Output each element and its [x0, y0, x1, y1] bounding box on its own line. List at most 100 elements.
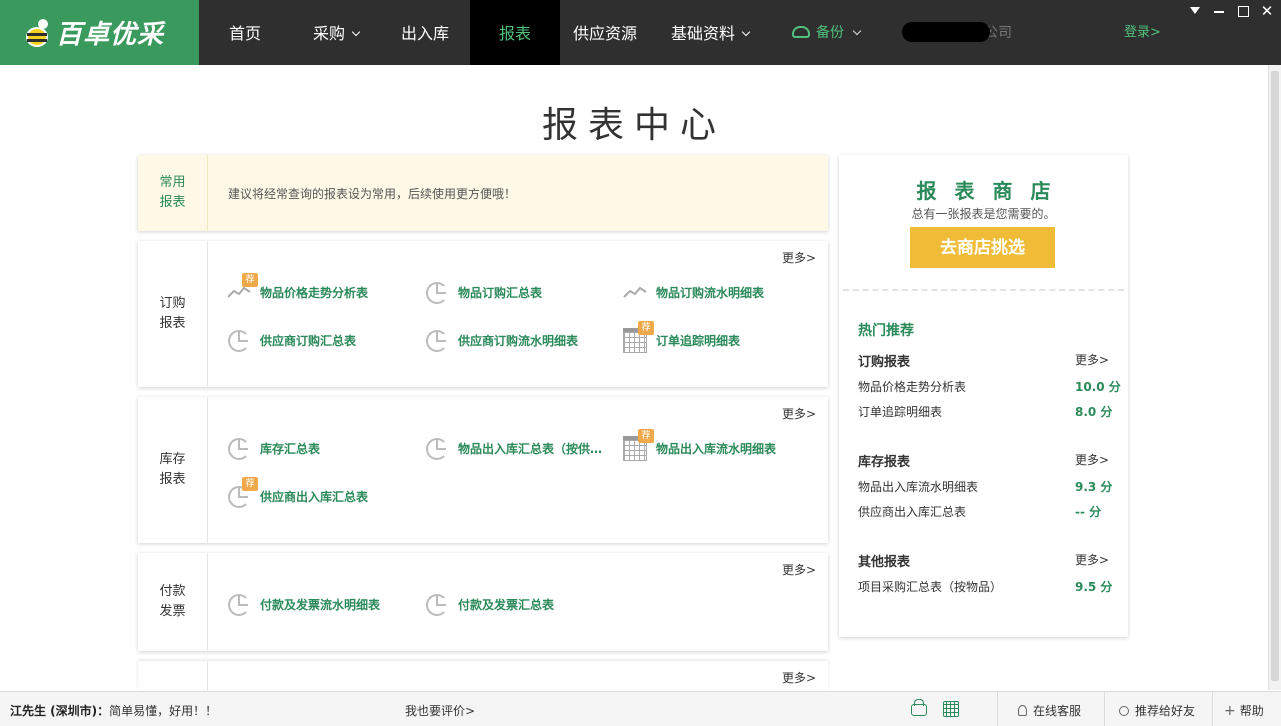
- more-link[interactable]: 更多>: [782, 249, 816, 266]
- category-label: 订购报表: [138, 241, 208, 387]
- pie-chart-icon: [424, 279, 450, 305]
- nav-supply-resources[interactable]: 供应资源: [566, 0, 644, 65]
- recommend-friend-link[interactable]: 推荐给好友: [1119, 702, 1195, 719]
- more-link[interactable]: 更多>: [1075, 351, 1109, 368]
- report-label: 物品价格走势分析表: [260, 285, 369, 300]
- share-icon: [1119, 706, 1129, 716]
- report-link[interactable]: 荐 订单追踪明细表: [622, 321, 740, 355]
- report-label: 供应商出入库汇总表: [260, 489, 369, 504]
- backup-label: 备份: [816, 25, 844, 41]
- report-label: 物品订购流水明细表: [656, 285, 765, 300]
- pie-chart-icon: [424, 435, 450, 461]
- nav-home[interactable]: 首页: [212, 0, 278, 65]
- pie-chart-icon: [226, 327, 252, 353]
- report-link[interactable]: 荐 供应商出入库汇总表: [226, 477, 369, 511]
- status-footer: 江先生 (深圳市)：简单易懂，好用！！ 我也要评价> 在线客服 推荐给好友 + 帮…: [0, 691, 1281, 726]
- nav-stock-io-label: 出入库: [400, 24, 449, 43]
- report-link[interactable]: 供应商订购汇总表: [226, 325, 356, 355]
- report-score: 9.5 分: [1075, 580, 1113, 594]
- category-text: 库存报表: [159, 452, 186, 487]
- comment-user: 江先生 (深圳市)：: [10, 704, 110, 718]
- hot-report-link[interactable]: 订单追踪明细表: [858, 403, 942, 420]
- divider: [1212, 692, 1213, 726]
- favorite-tip: 建议将经常查询的报表设为常用，后续使用更方便哦！: [228, 187, 517, 201]
- report-label: 供应商订购流水明细表: [458, 333, 579, 348]
- more-link[interactable]: 更多>: [1075, 551, 1109, 568]
- user-comment: 江先生 (深圳市)：简单易懂，好用！！: [10, 702, 217, 719]
- more-link[interactable]: 更多>: [782, 561, 816, 578]
- report-link[interactable]: 荐 物品价格走势分析表: [226, 273, 369, 307]
- chevron-down-icon: [741, 27, 751, 37]
- category-label: [138, 661, 208, 690]
- hot-report-link[interactable]: 物品出入库流水明细表: [858, 478, 978, 495]
- payment-invoice-panel: 付款发票 更多> 付款及发票流水明细表 付款及发票汇总表: [138, 553, 828, 651]
- bee-logo-icon: [24, 17, 52, 49]
- recommended-badge: 荐: [638, 429, 654, 443]
- more-link[interactable]: 更多>: [782, 405, 816, 422]
- nav-stock-io[interactable]: 出入库: [390, 0, 460, 65]
- hot-report-link[interactable]: 项目采购汇总表（按物品）: [858, 578, 1002, 595]
- recommended-badge: 荐: [242, 273, 258, 287]
- rate-link[interactable]: 我也要评价>: [405, 702, 475, 719]
- line-chart-icon: 荐: [226, 273, 258, 305]
- report-link[interactable]: 付款及发票流水明细表: [226, 589, 380, 619]
- category-text: 订购报表: [159, 296, 186, 331]
- hot-recommend-title: 热门推荐: [858, 323, 914, 339]
- report-label: 库存汇总表: [260, 441, 321, 456]
- online-service-link[interactable]: 在线客服: [1018, 702, 1081, 719]
- company-name: 公司: [898, 0, 1012, 65]
- more-link[interactable]: 更多>: [782, 669, 816, 686]
- app-logo[interactable]: 百卓优采: [0, 0, 199, 65]
- vertical-scrollbar[interactable]: [1268, 65, 1281, 690]
- backup-menu[interactable]: 备份: [792, 0, 862, 65]
- order-reports-panel: 订购报表 更多> 荐 物品价格走势分析表 物品订购汇总表 物品订购流水明细表 供…: [138, 241, 828, 387]
- pie-chart-icon: 荐: [226, 477, 258, 509]
- line-chart-icon: [622, 279, 648, 305]
- nav-reports[interactable]: 报表: [470, 0, 560, 65]
- report-score: 8.0 分: [1075, 405, 1113, 419]
- nav-purchase[interactable]: 采购: [296, 0, 376, 65]
- report-link[interactable]: 付款及发票汇总表: [424, 589, 554, 619]
- report-link[interactable]: 供应商订购流水明细表: [424, 325, 578, 355]
- report-link[interactable]: 物品出入库汇总表（按供…: [424, 433, 602, 463]
- report-label: 付款及发票汇总表: [458, 597, 555, 612]
- divider: [997, 692, 998, 726]
- report-link[interactable]: 荐 物品出入库流水明细表: [622, 429, 776, 463]
- hot-group-title: 订购报表: [858, 355, 911, 370]
- help-label: 帮助: [1239, 704, 1264, 718]
- hot-report-link[interactable]: 供应商出入库汇总表: [858, 503, 966, 520]
- pie-chart-icon: [226, 435, 252, 461]
- report-label: 物品出入库汇总表（按供…: [458, 441, 603, 456]
- redacted-company-name: [902, 22, 990, 42]
- category-label: 常用报表: [138, 155, 208, 231]
- nav-basic-data[interactable]: 基础资料: [660, 0, 760, 65]
- maximize-icon[interactable]: [1235, 4, 1251, 18]
- help-link[interactable]: + 帮助: [1224, 702, 1264, 719]
- close-icon[interactable]: ✕: [1259, 4, 1275, 19]
- hot-report-link[interactable]: 物品价格走势分析表: [858, 378, 966, 395]
- report-score: 10.0 分: [1075, 380, 1121, 394]
- login-link[interactable]: 登录>: [1124, 0, 1161, 65]
- scrollbar-thumb[interactable]: [1271, 71, 1279, 681]
- report-link[interactable]: 库存汇总表: [226, 433, 320, 463]
- go-to-store-button[interactable]: 去商店挑选: [910, 227, 1055, 268]
- divider: [1104, 692, 1105, 726]
- more-link[interactable]: 更多>: [1075, 451, 1109, 468]
- dashed-divider: [843, 289, 1124, 295]
- window-menu-icon[interactable]: [1187, 4, 1203, 18]
- report-link[interactable]: 物品订购汇总表: [424, 277, 542, 307]
- grid-table-icon: 荐: [622, 429, 654, 461]
- calculator-icon[interactable]: [943, 701, 959, 717]
- report-score: -- 分: [1075, 505, 1102, 519]
- chevron-down-icon: [852, 26, 862, 36]
- report-label: 付款及发票流水明细表: [260, 597, 381, 612]
- hot-group-title: 库存报表: [858, 455, 911, 470]
- minimize-icon[interactable]: [1211, 4, 1227, 18]
- lock-icon[interactable]: [911, 699, 927, 716]
- other-reports-panel: 更多>: [138, 661, 828, 690]
- report-link[interactable]: 物品订购流水明细表: [622, 277, 764, 307]
- store-title: 报表商店: [916, 179, 1069, 203]
- page-title: 报表中心: [541, 105, 726, 146]
- person-icon: [1018, 705, 1027, 716]
- category-label: 库存报表: [138, 397, 208, 543]
